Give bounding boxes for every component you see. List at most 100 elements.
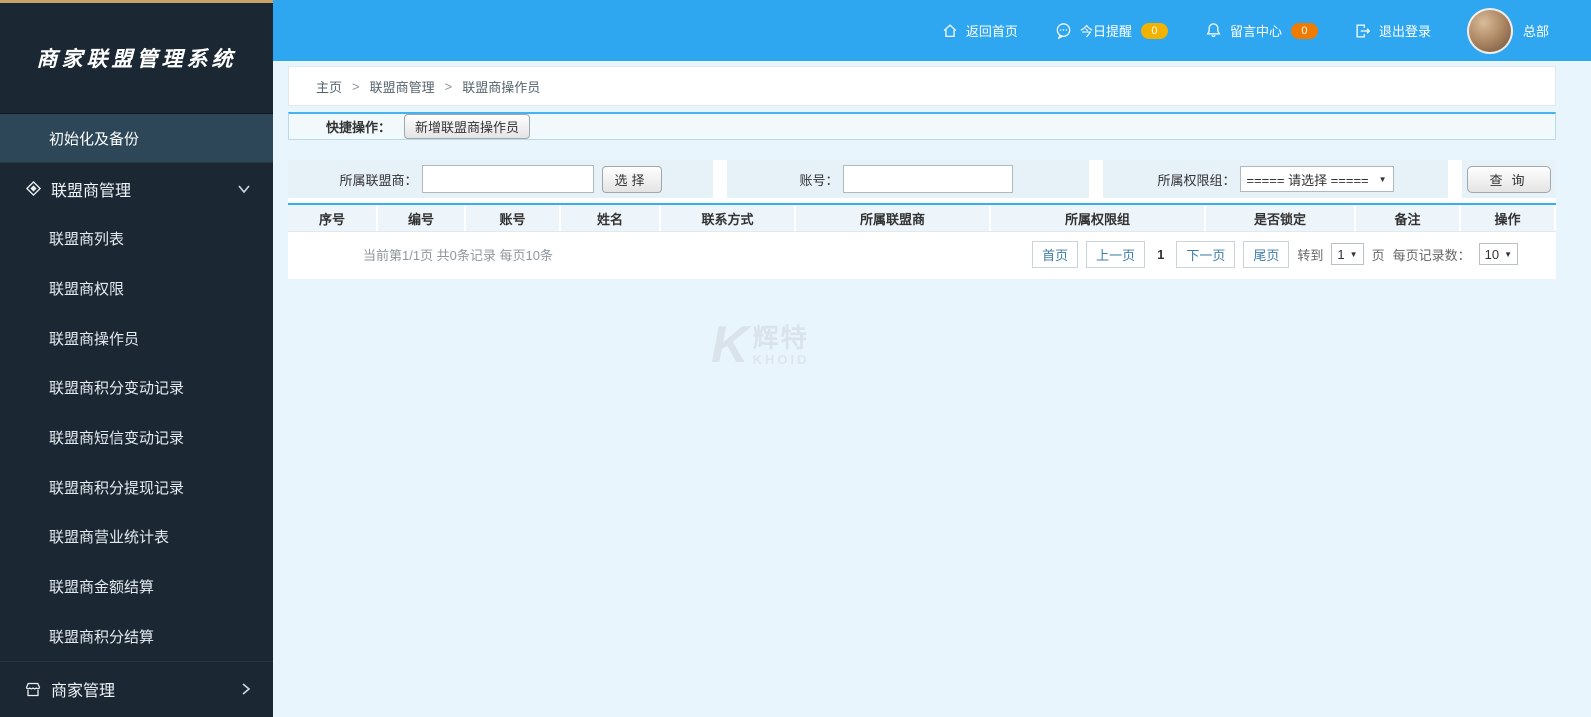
bell-icon: [1204, 21, 1223, 40]
permission-group-selected-value: ===== 请选择 =====: [1246, 172, 1369, 188]
column-header-alliance: 所属联盟商: [796, 205, 989, 231]
goto-page-value: 1: [1337, 246, 1345, 262]
breadcrumb-separator: >: [352, 78, 360, 94]
sidebar-item-alliance-list[interactable]: 联盟商列表: [0, 214, 273, 264]
sidebar-section-label: 联盟商管理: [51, 182, 132, 200]
caret-down-icon: ▼: [1349, 249, 1358, 259]
goto-unit-label: 页: [1371, 247, 1385, 263]
first-page-button[interactable]: 首页: [1032, 240, 1079, 268]
breadcrumb-alliance-management[interactable]: 联盟商管理: [370, 77, 435, 96]
sidebar-item-label: 联盟商权限: [49, 281, 125, 299]
filter-row: 所属联盟商： 选择 账号： 所属权限组： ===== 请选择 ===== ▼ 查…: [288, 160, 1556, 198]
goto-label: 转到: [1297, 247, 1324, 263]
column-header-actions: 操作: [1461, 205, 1554, 231]
sidebar-item-label: 初始化及备份: [49, 130, 140, 148]
current-page-number: 1: [1157, 246, 1165, 262]
sidebar-item-init-backup[interactable]: 初始化及备份: [0, 113, 273, 162]
search-button[interactable]: 查询: [1467, 165, 1551, 193]
column-header-permission-group: 所属权限组: [991, 205, 1204, 231]
filter-alliance-cell: 所属联盟商： 选择: [288, 160, 713, 198]
user-menu[interactable]: 总部: [1466, 7, 1549, 54]
watermark-logo-mark: K: [711, 316, 749, 374]
main-area: 返回首页 今日提醒 0 留言中心 0 退出登录 总部 主页 > 联盟商管理 > …: [273, 0, 1591, 717]
sidebar-item-points-withdraw-log[interactable]: 联盟商积分提现记录: [0, 462, 273, 512]
caret-down-icon: ▼: [1378, 174, 1387, 184]
filter-account-cell: 账号：: [727, 160, 1089, 198]
pagination-bar: 当前第1/1页 共0条记录 每页10条 首页 上一页 1 下一页 尾页 转到 1…: [288, 240, 1556, 268]
app-logo: 商家联盟管理系统: [36, 46, 237, 71]
pagination-summary: 当前第1/1页 共0条记录 每页10条: [363, 247, 553, 263]
quick-actions-bar: 快捷操作： 新增联盟商操作员: [288, 112, 1556, 140]
sidebar-item-label: 联盟商积分变动记录: [49, 380, 185, 398]
sidebar-item-label: 联盟商列表: [49, 231, 125, 249]
sidebar-item-business-stats[interactable]: 联盟商营业统计表: [0, 512, 273, 562]
message-count-badge: 0: [1290, 22, 1318, 39]
permission-filter-label: 所属权限组：: [1157, 172, 1236, 188]
page-size-label: 每页记录数：: [1392, 247, 1471, 263]
sidebar-item-alliance-permission[interactable]: 联盟商权限: [0, 264, 273, 314]
column-header-name: 姓名: [561, 205, 659, 231]
column-header-remark: 备注: [1356, 205, 1459, 231]
caret-down-icon: ▼: [1504, 249, 1512, 259]
breadcrumb-home[interactable]: 主页: [316, 77, 342, 96]
logout-icon: [1354, 22, 1372, 40]
sidebar-item-points-settlement[interactable]: 联盟商积分结算: [0, 612, 273, 662]
sidebar-section-alliance[interactable]: 联盟商管理: [0, 162, 273, 214]
prev-page-button[interactable]: 上一页: [1086, 240, 1146, 268]
pagination-controls: 首页 上一页 1 下一页 尾页 转到 1 ▼ 页 每页记录数： 10 ▼: [1032, 240, 1556, 268]
storefront-icon: [22, 678, 44, 700]
sidebar-section-merchant[interactable]: 商家管理: [0, 661, 273, 716]
column-header-account: 账号: [466, 205, 559, 231]
column-header-locked: 是否锁定: [1206, 205, 1354, 231]
sidebar-item-label: 联盟商营业统计表: [49, 529, 170, 547]
account-filter-label: 账号：: [799, 172, 839, 188]
add-operator-button[interactable]: 新增联盟商操作员: [404, 114, 531, 139]
sidebar: 商家联盟管理系统 初始化及备份 联盟商管理 联盟商列表 联盟商权限 联盟商操作员…: [0, 0, 273, 717]
next-page-button[interactable]: 下一页: [1176, 240, 1236, 268]
reminder-count-badge: 0: [1140, 22, 1168, 39]
today-reminder-button[interactable]: 今日提醒 0: [1054, 21, 1168, 40]
username-label: 总部: [1522, 24, 1549, 39]
avatar[interactable]: [1466, 7, 1513, 54]
khoid-watermark: K 辉特 KHOID: [711, 319, 809, 371]
filter-search-cell: 查询: [1462, 160, 1556, 198]
sidebar-item-label: 联盟商金额结算: [49, 579, 155, 597]
account-filter-input[interactable]: [842, 165, 1013, 193]
page-size-select[interactable]: 10 ▼: [1478, 243, 1518, 265]
column-header-index: 序号: [288, 205, 376, 231]
quick-actions-label: 快捷操作：: [326, 120, 392, 135]
today-reminder-label: 今日提醒: [1079, 24, 1132, 39]
last-page-button[interactable]: 尾页: [1243, 240, 1290, 268]
message-center-label: 留言中心: [1229, 24, 1282, 39]
sidebar-section-label: 商家管理: [51, 683, 116, 701]
choose-alliance-button[interactable]: 选择: [601, 165, 662, 193]
sidebar-item-amount-settlement[interactable]: 联盟商金额结算: [0, 562, 273, 612]
chat-bubble-icon: [1054, 21, 1073, 40]
breadcrumb-separator: >: [444, 78, 453, 94]
column-header-contact: 联系方式: [661, 205, 794, 231]
chevron-right-icon: [241, 682, 251, 696]
list-panel: 所属联盟商： 选择 账号： 所属权限组： ===== 请选择 ===== ▼ 查…: [288, 160, 1556, 279]
column-header-number: 编号: [378, 205, 464, 231]
sidebar-item-label: 联盟商积分提现记录: [49, 479, 185, 497]
permission-group-select[interactable]: ===== 请选择 ===== ▼: [1239, 166, 1394, 192]
sidebar-item-label: 联盟商操作员: [49, 330, 140, 348]
goto-page-select[interactable]: 1 ▼: [1331, 243, 1364, 265]
back-home-button[interactable]: 返回首页: [941, 21, 1018, 40]
message-center-button[interactable]: 留言中心 0: [1204, 21, 1318, 40]
page-size-value: 10: [1484, 246, 1500, 262]
sidebar-item-label: 联盟商积分结算: [49, 628, 155, 646]
diamond-icon: [22, 178, 44, 200]
sidebar-item-sms-change-log[interactable]: 联盟商短信变动记录: [0, 413, 273, 463]
alliance-filter-input[interactable]: [421, 165, 594, 193]
table-header-row: 序号 编号 账号 姓名 联系方式 所属联盟商 所属权限组 是否锁定 备注 操作: [288, 203, 1556, 232]
sidebar-item-points-change-log[interactable]: 联盟商积分变动记录: [0, 363, 273, 413]
alliance-filter-label: 所属联盟商：: [339, 172, 418, 188]
watermark-subtitle: KHOID: [752, 351, 810, 367]
sidebar-item-alliance-operator[interactable]: 联盟商操作员: [0, 313, 273, 363]
logout-button[interactable]: 退出登录: [1354, 21, 1431, 40]
topbar: 返回首页 今日提醒 0 留言中心 0 退出登录 总部: [273, 0, 1591, 61]
filter-permission-cell: 所属权限组： ===== 请选择 ===== ▼: [1103, 160, 1448, 198]
home-icon: [941, 22, 959, 40]
logout-label: 退出登录: [1378, 24, 1431, 39]
